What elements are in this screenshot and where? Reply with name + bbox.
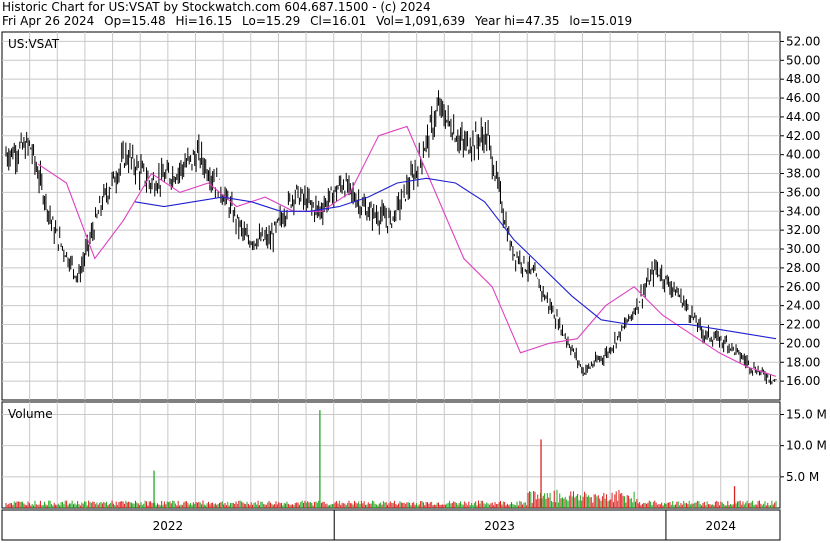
price-tick-label: 26.00 xyxy=(786,280,820,294)
price-tick-label: 22.00 xyxy=(786,318,820,332)
price-tick-label: 46.00 xyxy=(786,91,820,105)
volume-grid xyxy=(2,402,780,508)
volume-tick-label: 5.0 M xyxy=(786,470,819,484)
price-tick-label: 36.00 xyxy=(786,185,820,199)
price-tick-label: 18.00 xyxy=(786,355,820,369)
stock-chart: 52.00 50.00 48.00 46.00 44.00 42.00 40.00 38.00… xyxy=(1,31,827,541)
volume-tick-label: 10.0 M xyxy=(786,439,827,453)
price-tick-label: 24.00 xyxy=(786,299,820,313)
volume-axis: 15.0 M 10.0 M 5.0 M xyxy=(780,407,827,484)
price-tick-label: 42.00 xyxy=(786,129,820,143)
price-tick-label: 34.00 xyxy=(786,204,820,218)
volume-panel-frame xyxy=(1,401,781,509)
price-tick-label: 32.00 xyxy=(786,223,820,237)
price-tick-label: 40.00 xyxy=(786,148,820,162)
price-bars xyxy=(5,90,777,385)
date-axis-frame xyxy=(1,509,781,541)
price-tick-label: 16.00 xyxy=(786,374,820,388)
price-tick-label: 50.00 xyxy=(786,53,820,67)
volume-label: Volume xyxy=(8,407,53,421)
price-tick-label: 30.00 xyxy=(786,242,820,256)
volume-bars xyxy=(5,410,777,508)
price-tick-label: 52.00 xyxy=(786,34,820,48)
year-label: 2022 xyxy=(153,519,184,533)
price-axis: 52.00 50.00 48.00 46.00 44.00 42.00 40.00 38.00… xyxy=(780,34,820,388)
price-tick-label: 20.00 xyxy=(786,336,820,350)
volume-tick-label: 15.0 M xyxy=(786,407,827,421)
price-panel: 52.00 50.00 48.00 46.00 44.00 42.00 40.00 38.00… xyxy=(1,31,820,401)
price-tick-label: 48.00 xyxy=(786,72,820,86)
year-label: 2023 xyxy=(484,519,515,533)
price-panel-frame xyxy=(1,31,781,401)
volume-panel: 15.0 M 10.0 M 5.0 M Volume xyxy=(1,401,827,509)
price-tick-label: 38.00 xyxy=(786,167,820,181)
price-tick-label: 44.00 xyxy=(786,110,820,124)
year-label: 2024 xyxy=(705,519,736,533)
date-axis: 2022 2023 2024 xyxy=(1,509,781,541)
price-tick-label: 28.00 xyxy=(786,261,820,275)
price-grid xyxy=(2,32,780,400)
date-ticks: 2022 2023 2024 xyxy=(153,510,736,540)
symbol-label: US:VSAT xyxy=(8,37,60,51)
